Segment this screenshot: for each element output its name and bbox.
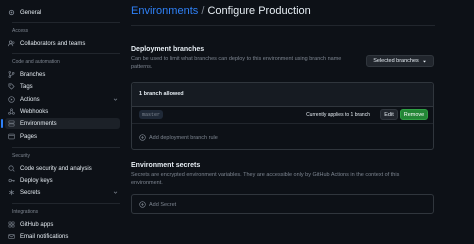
divider	[132, 123, 433, 124]
settings-sidebar: General Access Collaborators and teams C…	[0, 0, 122, 244]
sidebar-item-label: Email notifications	[20, 233, 69, 240]
deployment-branches-heading: Deployment branches	[131, 46, 205, 53]
add-secret-label: Add Secret	[149, 201, 177, 208]
branch-pattern-tag: master	[139, 110, 164, 119]
people-icon	[8, 40, 15, 47]
caret-down-icon	[422, 59, 427, 64]
section-heading-code: Code and automation	[12, 59, 60, 65]
asterisk-icon	[8, 189, 15, 196]
divider	[131, 25, 435, 26]
edit-button[interactable]: Edit	[380, 109, 398, 120]
sidebar-item-collaborators[interactable]: Collaborators and teams	[5, 38, 120, 49]
secrets-box: Add Secret	[131, 194, 434, 214]
remove-button-label: Remove	[403, 111, 425, 118]
dropdown-label: Selected branches	[373, 58, 419, 64]
section-heading-access: Access	[12, 28, 29, 34]
apps-icon	[8, 221, 15, 228]
add-rule-label: Add deployment branch rule	[149, 134, 218, 141]
sidebar-item-branches[interactable]: Branches	[5, 69, 120, 80]
codescan-icon	[8, 165, 15, 172]
table-row: master Currently applies to 1 branch Edi…	[132, 107, 433, 123]
sidebar-item-github-apps[interactable]: GitHub apps	[5, 219, 120, 230]
environment-secrets-heading: Environment secrets	[131, 162, 201, 169]
sidebar-item-label: Code security and analysis	[20, 165, 92, 172]
sidebar-item-label: Environments	[20, 120, 57, 127]
sidebar-item-label: Secrets	[20, 189, 41, 196]
divider	[12, 147, 120, 148]
plus-circle-icon	[139, 201, 146, 208]
sidebar-item-deploy-keys[interactable]: Deploy keys	[5, 175, 120, 186]
sidebar-item-label: Deploy keys	[20, 177, 53, 184]
sidebar-item-label: Collaborators and teams	[20, 40, 86, 47]
remove-button[interactable]: Remove	[400, 109, 428, 120]
page-title: Environments / Configure Production	[131, 4, 311, 18]
sidebar-item-environments[interactable]: Environments	[1, 118, 120, 129]
sidebar-item-label: Tags	[20, 83, 33, 90]
chevron-down-icon	[113, 97, 118, 102]
selected-branches-dropdown[interactable]: Selected branches	[366, 55, 434, 67]
branches-allowed-count: 1 branch allowed	[139, 91, 184, 97]
add-deployment-branch-rule-button[interactable]: Add deployment branch rule	[139, 134, 218, 141]
page-title-text: Configure Production	[207, 5, 311, 17]
edit-button-label: Edit	[384, 111, 394, 118]
breadcrumb-separator: /	[201, 5, 205, 17]
environment-secrets-description: Secrets are encrypted environment variab…	[131, 172, 400, 186]
main-content: Environments / Configure Production Depl…	[131, 0, 474, 244]
divider	[12, 203, 120, 204]
chevron-down-icon	[113, 190, 118, 195]
sidebar-item-webhooks[interactable]: Webhooks	[5, 106, 120, 117]
section-heading-security: Security	[12, 153, 31, 159]
mail-icon	[8, 233, 15, 240]
branch-icon	[8, 71, 15, 78]
plus-circle-icon	[139, 134, 146, 141]
sidebar-item-secrets[interactable]: Secrets	[5, 187, 120, 198]
sidebar-item-pages[interactable]: Pages	[5, 131, 120, 142]
sidebar-item-email-notifications[interactable]: Email notifications	[5, 231, 120, 242]
deployment-branches-description: Can be used to limit what branches can d…	[131, 56, 342, 70]
branch-rules-box: 1 branch allowed master Currently applie…	[131, 82, 434, 150]
divider	[12, 53, 120, 54]
sidebar-item-actions[interactable]: Actions	[5, 94, 120, 105]
play-circle-icon	[8, 96, 15, 103]
applies-text: Currently applies to 1 branch	[306, 112, 370, 118]
sidebar-item-label: General	[20, 9, 42, 16]
tag-icon	[8, 83, 15, 90]
divider	[12, 22, 120, 23]
sidebar-item-label: Webhooks	[20, 108, 49, 115]
sidebar-item-code-security[interactable]: Code security and analysis	[5, 163, 120, 174]
key-icon	[8, 177, 15, 184]
breadcrumb-environments-link[interactable]: Environments	[131, 5, 198, 17]
sidebar-item-general[interactable]: General	[5, 7, 120, 18]
webhook-icon	[8, 108, 15, 115]
sidebar-item-label: Branches	[20, 71, 46, 78]
sidebar-item-label: Pages	[20, 133, 38, 140]
gear-icon	[8, 9, 15, 16]
add-secret-button[interactable]: Add Secret	[139, 201, 176, 208]
server-icon	[8, 120, 15, 127]
sidebar-item-label: GitHub apps	[20, 221, 54, 228]
sidebar-item-tags[interactable]: Tags	[5, 81, 120, 92]
section-heading-integrations: Integrations	[12, 209, 39, 215]
sidebar-item-label: Actions	[20, 96, 40, 103]
browser-icon	[8, 133, 15, 140]
branch-rules-header: 1 branch allowed	[132, 83, 433, 107]
